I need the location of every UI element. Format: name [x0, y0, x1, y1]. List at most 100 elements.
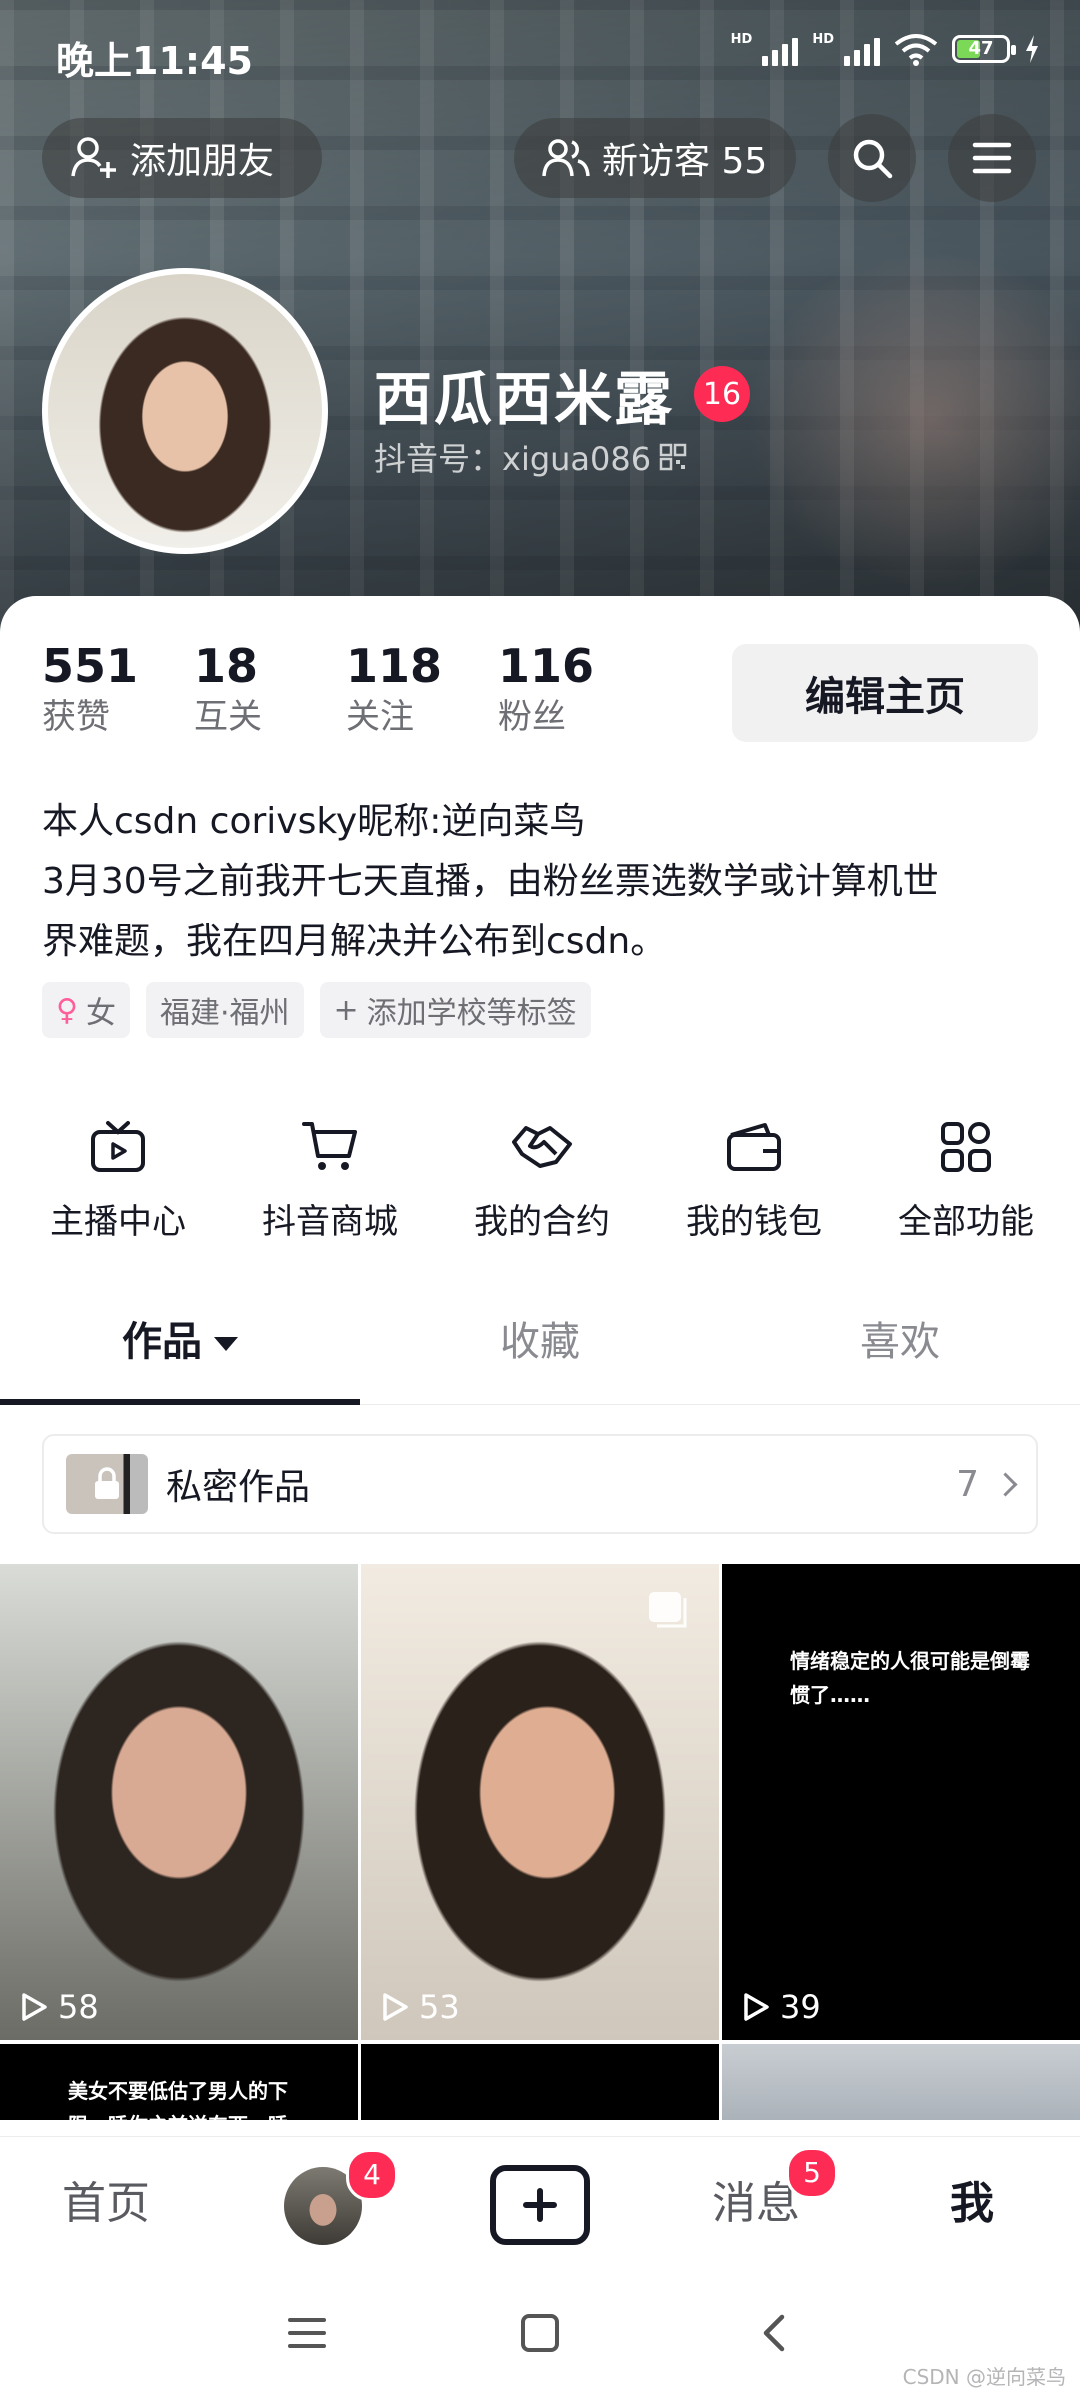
new-visitors-button[interactable]: 新访客 55 [514, 118, 796, 198]
bio-line: 本人csdn corivsky昵称:逆向菜鸟 [42, 801, 586, 842]
new-visitors-label: 新访客 55 [602, 141, 768, 182]
private-works-entry[interactable]: 私密作品 7 [42, 1434, 1038, 1534]
menu-button[interactable] [948, 114, 1036, 202]
tab-works[interactable]: 作品 [0, 1280, 360, 1405]
video-grid: 58 53 情绪稳定的人很可能是倒霉惯了…… 39 美女不要低估了男人的下限，睡… [0, 1564, 1080, 2120]
grid-icon [941, 1122, 991, 1172]
visitors-icon [542, 139, 590, 177]
tab-favorites[interactable]: 收藏 [360, 1280, 720, 1404]
video-caption: 美女不要低估了男人的下限，睡你之前送东西，睡 [68, 2079, 288, 2120]
bio-line: 界难题，我在四月解决并公布到csdn。 [42, 921, 667, 962]
stat-label: 粉丝 [498, 697, 566, 737]
video-thumbnail[interactable]: 58 [0, 1564, 358, 2040]
stat-value: 116 [498, 639, 595, 693]
status-bar: 晚上11:45 HD HD 47 [0, 0, 1080, 110]
video-thumbnail[interactable]: 53 [361, 1564, 719, 2040]
hd-label: HD [730, 32, 753, 47]
add-friend-button[interactable]: 添加朋友 [42, 118, 322, 198]
edit-profile-button[interactable]: 编辑主页 [732, 644, 1038, 742]
wallet-icon [727, 1123, 781, 1171]
level-badge[interactable]: 16 [694, 366, 751, 422]
home-button[interactable] [505, 2298, 575, 2368]
stat-value: 18 [194, 639, 259, 693]
profile-name-row: 西瓜西米露 16 [374, 352, 751, 436]
quick-action-all-features[interactable]: 全部功能 [860, 1112, 1072, 1243]
add-school-label: 添加学校等标签 [366, 996, 577, 1031]
status-time: 晚上11:45 [56, 39, 253, 83]
add-user-icon [71, 137, 116, 178]
charging-icon [1026, 35, 1038, 63]
plus-icon [523, 2188, 557, 2222]
video-caption: 情绪稳定的人很可能是倒霉惯了…… [790, 1649, 1030, 1707]
stat-label: 关注 [346, 697, 414, 737]
play-count-value: 39 [780, 1988, 821, 2026]
douyin-id[interactable]: 抖音号：xigua086 [374, 434, 687, 480]
create-button[interactable] [490, 2165, 590, 2245]
stat-followers[interactable]: 116 粉丝 [498, 638, 650, 740]
video-thumbnail[interactable] [722, 2044, 1080, 2120]
quick-action-streamer-center[interactable]: 主播中心 [12, 1112, 224, 1243]
play-count: 53 [379, 1988, 460, 2026]
stat-value: 118 [346, 639, 443, 693]
private-works-count: 7 [956, 1463, 979, 1505]
messages-badge: 5 [786, 2147, 838, 2199]
play-icon [22, 1993, 47, 2021]
location-label: 福建·福州 [159, 996, 290, 1031]
bottom-nav: 首页 4 消息 5 我 [0, 2136, 1080, 2271]
search-button[interactable] [828, 114, 916, 202]
play-count: 58 [18, 1988, 99, 2026]
quick-action-label: 我的合约 [474, 1202, 610, 1242]
friends-badge: 4 [346, 2149, 398, 2201]
plus-icon: + [333, 992, 359, 1028]
stat-value: 551 [42, 639, 139, 693]
quick-action-mall[interactable]: 抖音商城 [224, 1112, 436, 1243]
content-tabs: 作品 收藏 喜欢 [0, 1280, 1080, 1405]
profile-avatar[interactable] [42, 268, 328, 554]
play-count: 39 [740, 1988, 821, 2026]
nav-me[interactable]: 我 [950, 2137, 994, 2271]
signal-icon-2 [844, 32, 880, 66]
wifi-icon [894, 34, 938, 66]
play-count-value: 53 [419, 1988, 460, 2026]
quick-action-label: 全部功能 [898, 1202, 1034, 1242]
tab-label: 收藏 [500, 1319, 580, 1365]
stat-likes[interactable]: 551 获赞 [42, 638, 194, 740]
video-thumbnail[interactable]: 情绪稳定的人很可能是倒霉惯了…… 39 [722, 1564, 1080, 2040]
bio-line: 3月30号之前我开七天直播，由粉丝票选数学或计算机世 [42, 861, 939, 902]
stat-following[interactable]: 118 关注 [346, 638, 498, 740]
video-thumbnail[interactable] [361, 2044, 719, 2120]
caret-down-icon [214, 1337, 238, 1351]
location-tag[interactable]: 福建·福州 [145, 982, 304, 1038]
status-icons: HD HD 47 [731, 32, 1040, 66]
nav-messages[interactable]: 消息 [712, 2137, 800, 2271]
stat-label: 获赞 [42, 697, 110, 737]
watermark: CSDN @逆向菜鸟 [902, 2365, 1066, 2389]
image-set-icon [649, 1592, 687, 1628]
recents-button[interactable] [272, 2298, 342, 2368]
hamburger-icon [972, 142, 1012, 174]
battery-icon: 47 [952, 35, 1016, 63]
profile-stats: 551 获赞 18 互关 118 关注 116 粉丝 [42, 638, 650, 740]
back-button[interactable] [738, 2298, 808, 2368]
header-actions: 添加朋友 新访客 55 [0, 114, 1080, 202]
square-icon [521, 2314, 559, 2352]
profile-name: 西瓜西米露 [374, 365, 675, 433]
private-works-label: 私密作品 [166, 1467, 311, 1508]
video-thumbnail[interactable]: 美女不要低估了男人的下限，睡你之前送东西，睡 [0, 2044, 358, 2120]
profile-bio: 本人csdn corivsky昵称:逆向菜鸟 3月30号之前我开七天直播，由粉丝… [42, 792, 1042, 972]
menu-lines-icon [288, 2318, 326, 2348]
profile-tags: ♀ 女 福建·福州 + 添加学校等标签 [42, 982, 591, 1038]
gender-tag[interactable]: ♀ 女 [42, 982, 130, 1038]
tv-icon [91, 1121, 145, 1172]
tab-likes[interactable]: 喜欢 [720, 1280, 1080, 1404]
play-icon [383, 1993, 408, 2021]
tab-label: 喜欢 [860, 1319, 940, 1365]
quick-action-wallet[interactable]: 我的钱包 [648, 1112, 860, 1243]
system-nav-bar: CSDN @逆向菜鸟 [0, 2270, 1080, 2400]
add-school-tag[interactable]: + 添加学校等标签 [319, 982, 591, 1038]
stat-label: 互关 [194, 697, 262, 737]
quick-action-contract[interactable]: 我的合约 [436, 1112, 648, 1243]
stat-mutual[interactable]: 18 互关 [194, 638, 346, 740]
quick-actions: 主播中心 抖音商城 我的合约 我的钱包 全部功能 [0, 1112, 1080, 1243]
nav-home[interactable]: 首页 [62, 2137, 150, 2271]
